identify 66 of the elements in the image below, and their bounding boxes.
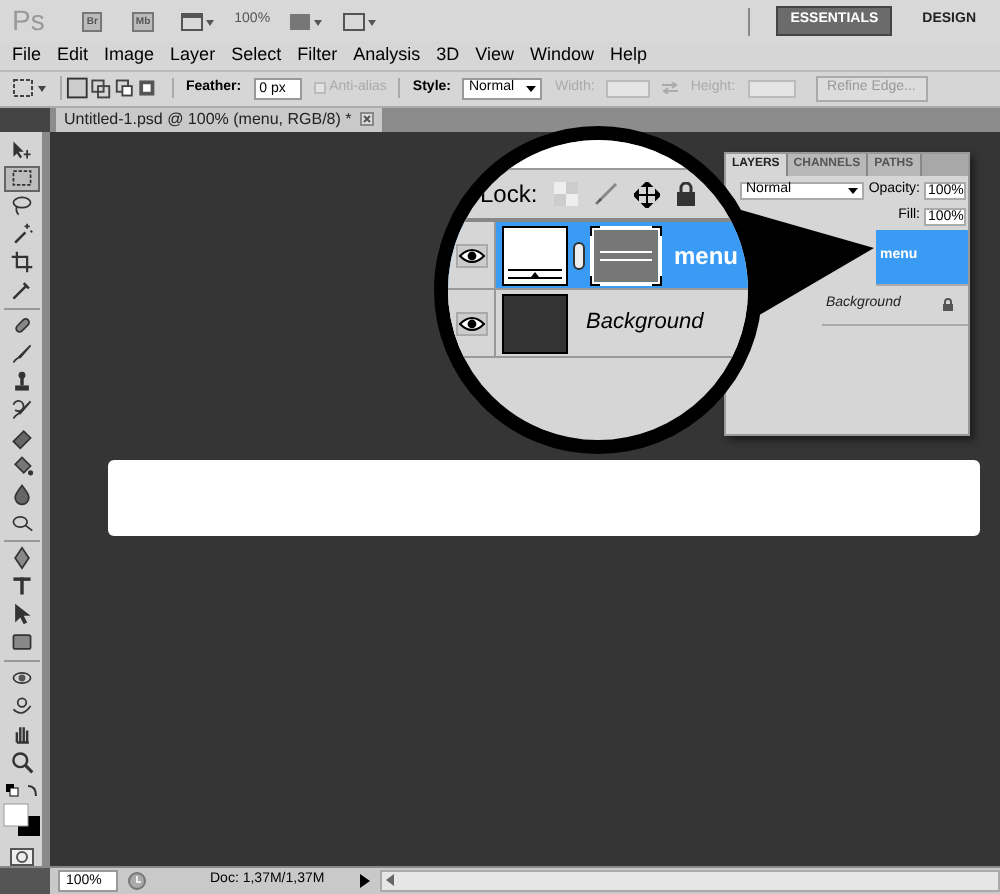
menubar-item[interactable]: Window (529, 42, 594, 69)
menubar-item[interactable]: Analysis (353, 42, 421, 69)
menubar-item[interactable]: File (12, 42, 42, 69)
move-icon (9, 138, 33, 163)
layer-name: Background (586, 308, 704, 339)
height-input[interactable] (747, 79, 796, 97)
menubar-item[interactable]: Select (231, 42, 282, 69)
eraser-icon (9, 426, 33, 451)
layer-name: menu (674, 239, 739, 273)
arrange-documents-icon[interactable] (288, 11, 325, 31)
eyedropper-icon (9, 278, 33, 303)
menubar-item[interactable]: Help (609, 42, 647, 69)
crop-icon (9, 250, 33, 275)
vector-mask-thumbnail (590, 225, 662, 285)
caret-icon (526, 85, 537, 91)
pen-icon (9, 546, 33, 571)
view-extras-icon[interactable] (180, 11, 217, 31)
marquee-tool-icon[interactable] (12, 76, 48, 100)
lasso-icon (9, 194, 33, 219)
menubar-item[interactable]: 3D (436, 42, 460, 69)
stamp-icon (9, 370, 33, 395)
status-bar-corner (0, 867, 50, 894)
layer-thumbnail (502, 225, 568, 285)
brush-icon (9, 342, 33, 367)
menubar-item[interactable]: Filter (297, 42, 338, 69)
rectangle-icon (9, 630, 33, 655)
eye-icon[interactable] (455, 243, 487, 267)
clock-icon (128, 871, 146, 890)
swap-icon (662, 82, 679, 94)
pointer-icon (9, 602, 33, 627)
paint-bucket-icon (9, 454, 33, 479)
tool-button[interactable] (3, 165, 39, 192)
quick-mask-icon[interactable] (9, 847, 33, 866)
orbit-3d-icon (9, 694, 33, 719)
panel-collapse-bar[interactable] (0, 107, 50, 132)
eye-icon[interactable] (455, 311, 487, 335)
menubar-item[interactable]: Image (104, 42, 155, 69)
caret-icon (848, 187, 858, 193)
dodge-icon (9, 510, 33, 535)
move-cross-icon (633, 181, 660, 207)
link-icon (572, 241, 586, 269)
menubar-item[interactable]: Layer (170, 42, 216, 69)
drop-icon (9, 482, 33, 507)
play-icon[interactable] (358, 871, 372, 890)
magic-wand-icon (9, 222, 33, 247)
width-input[interactable] (606, 79, 651, 97)
transparency-lock-icon (553, 182, 578, 206)
menubar-item[interactable]: View (475, 42, 514, 69)
type-tool-icon (9, 574, 33, 599)
brush-icon (593, 182, 618, 206)
magnified-layer-item[interactable]: Background (448, 290, 748, 358)
zoom-icon (9, 750, 33, 775)
history-brush-icon (9, 398, 33, 423)
layer-thumbnail (502, 293, 568, 353)
screen-mode-icon[interactable] (342, 11, 379, 31)
marquee-icon (9, 166, 33, 191)
default-colors-icon[interactable] (3, 781, 39, 800)
lock-icon (675, 182, 696, 206)
menubar-item[interactable]: Edit (57, 42, 89, 69)
scroll-left-icon (386, 874, 394, 887)
color-swatches-icon[interactable] (1, 801, 41, 838)
close-icon[interactable] (359, 112, 374, 127)
app-logo: Ps (12, 2, 45, 40)
lock-icon (942, 298, 954, 312)
horizontal-scrollbar[interactable] (380, 869, 1000, 892)
selection-mode-icon[interactable] (60, 76, 160, 100)
